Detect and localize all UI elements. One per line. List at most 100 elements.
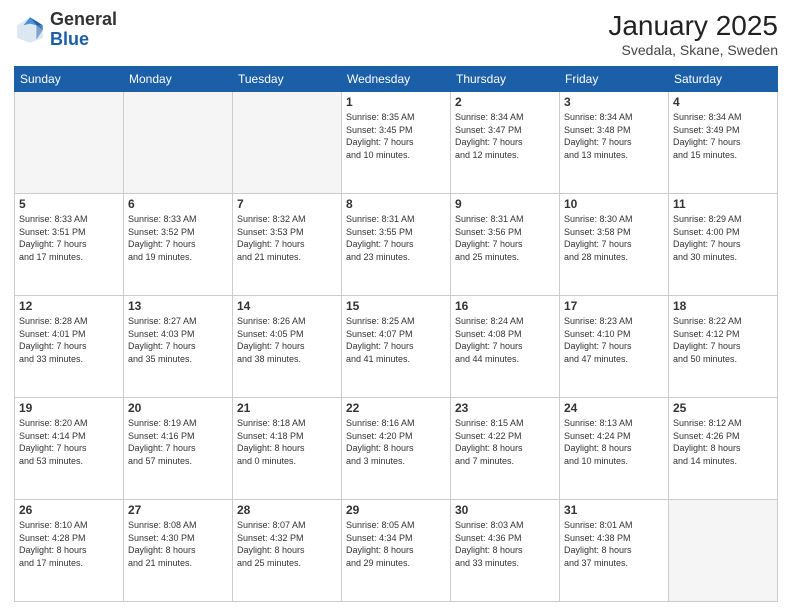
calendar-week-0: 1 Sunrise: 8:35 AM Sunset: 3:45 PM Daylig…: [15, 92, 778, 194]
day-info: Sunrise: 8:33 AM Sunset: 3:51 PM Dayligh…: [19, 213, 119, 263]
day-info: Sunrise: 8:10 AM Sunset: 4:28 PM Dayligh…: [19, 519, 119, 569]
title-block: January 2025 Svedala, Skane, Sweden: [608, 10, 778, 58]
day-number: 12: [19, 299, 119, 313]
table-row: 10 Sunrise: 8:30 AM Sunset: 3:58 PM Dayli…: [560, 194, 669, 296]
logo-general: General: [50, 9, 117, 29]
table-row: 26 Sunrise: 8:10 AM Sunset: 4:28 PM Dayli…: [15, 500, 124, 602]
day-info: Sunrise: 8:01 AM Sunset: 4:38 PM Dayligh…: [564, 519, 664, 569]
day-number: 1: [346, 95, 446, 109]
day-info: Sunrise: 8:23 AM Sunset: 4:10 PM Dayligh…: [564, 315, 664, 365]
day-info: Sunrise: 8:30 AM Sunset: 3:58 PM Dayligh…: [564, 213, 664, 263]
day-number: 15: [346, 299, 446, 313]
table-row: 1 Sunrise: 8:35 AM Sunset: 3:45 PM Daylig…: [342, 92, 451, 194]
logo: General Blue: [14, 10, 117, 50]
day-number: 7: [237, 197, 337, 211]
table-row: 23 Sunrise: 8:15 AM Sunset: 4:22 PM Dayli…: [451, 398, 560, 500]
day-number: 17: [564, 299, 664, 313]
table-row: 27 Sunrise: 8:08 AM Sunset: 4:30 PM Dayli…: [124, 500, 233, 602]
month-year: January 2025: [608, 10, 778, 42]
day-info: Sunrise: 8:33 AM Sunset: 3:52 PM Dayligh…: [128, 213, 228, 263]
day-number: 28: [237, 503, 337, 517]
day-info: Sunrise: 8:03 AM Sunset: 4:36 PM Dayligh…: [455, 519, 555, 569]
table-row: 14 Sunrise: 8:26 AM Sunset: 4:05 PM Dayli…: [233, 296, 342, 398]
calendar-container: General Blue January 2025 Svedala, Skane…: [0, 0, 792, 612]
day-number: 16: [455, 299, 555, 313]
day-info: Sunrise: 8:32 AM Sunset: 3:53 PM Dayligh…: [237, 213, 337, 263]
day-number: 10: [564, 197, 664, 211]
day-info: Sunrise: 8:07 AM Sunset: 4:32 PM Dayligh…: [237, 519, 337, 569]
table-row: 5Sunrise: 8:33 AM Sunset: 3:51 PM Daylig…: [15, 194, 124, 296]
header-monday: Monday: [124, 67, 233, 92]
day-info: Sunrise: 8:24 AM Sunset: 4:08 PM Dayligh…: [455, 315, 555, 365]
table-row: 17 Sunrise: 8:23 AM Sunset: 4:10 PM Dayli…: [560, 296, 669, 398]
location: Svedala, Skane, Sweden: [608, 42, 778, 58]
day-info: Sunrise: 8:19 AM Sunset: 4:16 PM Dayligh…: [128, 417, 228, 467]
day-number: 13: [128, 299, 228, 313]
day-number: 29: [346, 503, 446, 517]
day-info: Sunrise: 8:05 AM Sunset: 4:34 PM Dayligh…: [346, 519, 446, 569]
day-info: Sunrise: 8:22 AM Sunset: 4:12 PM Dayligh…: [673, 315, 773, 365]
logo-icon: [14, 14, 46, 46]
table-row: 21 Sunrise: 8:18 AM Sunset: 4:18 PM Dayli…: [233, 398, 342, 500]
table-row: 19 Sunrise: 8:20 AM Sunset: 4:14 PM Dayli…: [15, 398, 124, 500]
day-info: Sunrise: 8:20 AM Sunset: 4:14 PM Dayligh…: [19, 417, 119, 467]
header-saturday: Saturday: [669, 67, 778, 92]
day-number: 24: [564, 401, 664, 415]
calendar-week-1: 5Sunrise: 8:33 AM Sunset: 3:51 PM Daylig…: [15, 194, 778, 296]
table-row: 6 Sunrise: 8:33 AM Sunset: 3:52 PM Daylig…: [124, 194, 233, 296]
day-number: 26: [19, 503, 119, 517]
header-tuesday: Tuesday: [233, 67, 342, 92]
day-number: 3: [564, 95, 664, 109]
table-row: 18 Sunrise: 8:22 AM Sunset: 4:12 PM Dayli…: [669, 296, 778, 398]
day-number: 18: [673, 299, 773, 313]
table-row: 15 Sunrise: 8:25 AM Sunset: 4:07 PM Dayli…: [342, 296, 451, 398]
day-info: Sunrise: 8:12 AM Sunset: 4:26 PM Dayligh…: [673, 417, 773, 467]
day-info: Sunrise: 8:28 AM Sunset: 4:01 PM Dayligh…: [19, 315, 119, 365]
day-number: 14: [237, 299, 337, 313]
table-row: 12 Sunrise: 8:28 AM Sunset: 4:01 PM Dayli…: [15, 296, 124, 398]
day-info: Sunrise: 8:08 AM Sunset: 4:30 PM Dayligh…: [128, 519, 228, 569]
day-info: Sunrise: 8:26 AM Sunset: 4:05 PM Dayligh…: [237, 315, 337, 365]
table-row: [669, 500, 778, 602]
day-info: Sunrise: 8:35 AM Sunset: 3:45 PM Dayligh…: [346, 111, 446, 161]
day-number: 11: [673, 197, 773, 211]
day-number: 23: [455, 401, 555, 415]
day-info: Sunrise: 8:29 AM Sunset: 4:00 PM Dayligh…: [673, 213, 773, 263]
day-number: 8: [346, 197, 446, 211]
table-row: 25 Sunrise: 8:12 AM Sunset: 4:26 PM Dayli…: [669, 398, 778, 500]
day-info: Sunrise: 8:25 AM Sunset: 4:07 PM Dayligh…: [346, 315, 446, 365]
day-number: 25: [673, 401, 773, 415]
day-number: 21: [237, 401, 337, 415]
header-friday: Friday: [560, 67, 669, 92]
day-number: 4: [673, 95, 773, 109]
logo-blue: Blue: [50, 29, 89, 49]
day-info: Sunrise: 8:31 AM Sunset: 3:55 PM Dayligh…: [346, 213, 446, 263]
day-info: Sunrise: 8:18 AM Sunset: 4:18 PM Dayligh…: [237, 417, 337, 467]
day-number: 19: [19, 401, 119, 415]
day-number: 2: [455, 95, 555, 109]
day-number: 27: [128, 503, 228, 517]
calendar-week-4: 26 Sunrise: 8:10 AM Sunset: 4:28 PM Dayli…: [15, 500, 778, 602]
calendar-week-3: 19 Sunrise: 8:20 AM Sunset: 4:14 PM Dayli…: [15, 398, 778, 500]
table-row: 8 Sunrise: 8:31 AM Sunset: 3:55 PM Daylig…: [342, 194, 451, 296]
table-row: 11 Sunrise: 8:29 AM Sunset: 4:00 PM Dayli…: [669, 194, 778, 296]
table-row: 13Sunrise: 8:27 AM Sunset: 4:03 PM Dayli…: [124, 296, 233, 398]
table-row: 22Sunrise: 8:16 AM Sunset: 4:20 PM Dayli…: [342, 398, 451, 500]
day-info: Sunrise: 8:34 AM Sunset: 3:49 PM Dayligh…: [673, 111, 773, 161]
table-row: 29 Sunrise: 8:05 AM Sunset: 4:34 PM Dayli…: [342, 500, 451, 602]
table-row: 31Sunrise: 8:01 AM Sunset: 4:38 PM Dayli…: [560, 500, 669, 602]
table-row: 28 Sunrise: 8:07 AM Sunset: 4:32 PM Dayli…: [233, 500, 342, 602]
day-number: 22: [346, 401, 446, 415]
day-number: 20: [128, 401, 228, 415]
table-row: [15, 92, 124, 194]
table-row: 20 Sunrise: 8:19 AM Sunset: 4:16 PM Dayli…: [124, 398, 233, 500]
day-info: Sunrise: 8:34 AM Sunset: 3:48 PM Dayligh…: [564, 111, 664, 161]
calendar-table: Sunday Monday Tuesday Wednesday Thursday…: [14, 66, 778, 602]
table-row: 3 Sunrise: 8:34 AM Sunset: 3:48 PM Daylig…: [560, 92, 669, 194]
day-number: 30: [455, 503, 555, 517]
day-info: Sunrise: 8:15 AM Sunset: 4:22 PM Dayligh…: [455, 417, 555, 467]
calendar-header-row: Sunday Monday Tuesday Wednesday Thursday…: [15, 67, 778, 92]
day-number: 6: [128, 197, 228, 211]
header-thursday: Thursday: [451, 67, 560, 92]
logo-text: General Blue: [50, 10, 117, 50]
